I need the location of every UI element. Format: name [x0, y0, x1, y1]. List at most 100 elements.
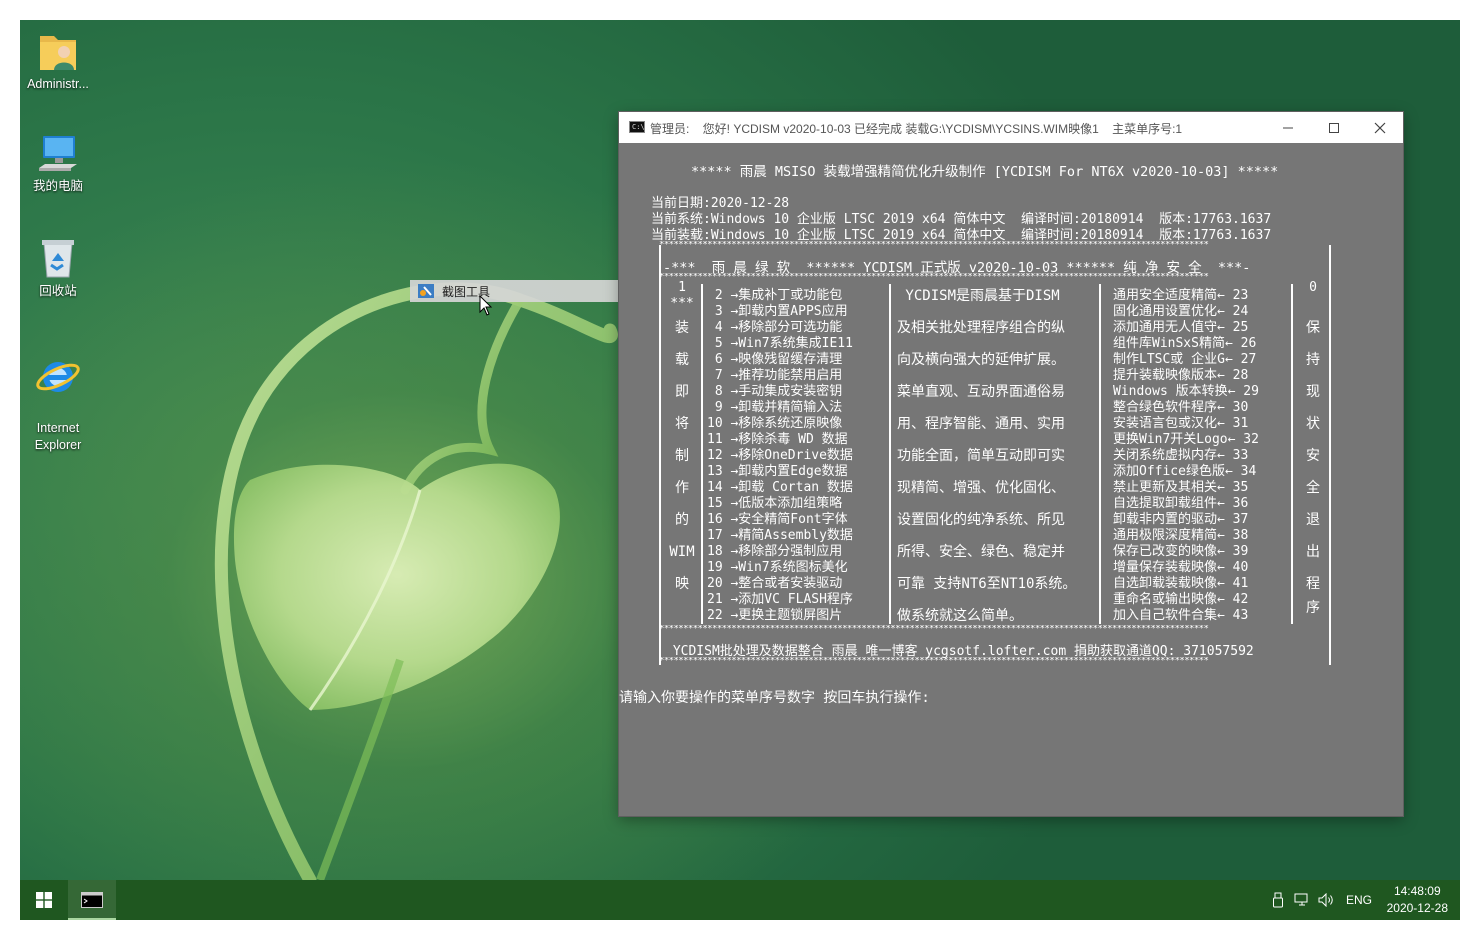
menu-option-1[interactable]: 1: [667, 280, 697, 296]
col5-text: 序: [1306, 600, 1320, 616]
mouse-cursor-icon: [479, 295, 493, 316]
menu-option-32[interactable]: 更换Win7开关Logo← 32: [1113, 432, 1259, 448]
menu-option-30[interactable]: 整合绿色软件程序← 30: [1113, 400, 1259, 416]
desktop-icon-label: Internet Explorer: [34, 421, 82, 452]
menu-option-26[interactable]: 组件库WinSxS精简← 26: [1113, 336, 1259, 352]
volume-icon[interactable]: [1318, 893, 1334, 907]
menu-option-17[interactable]: 17 →精简Assembly数据: [707, 528, 853, 544]
desktop-icon-label: Administr...: [27, 77, 89, 91]
menu-option-6[interactable]: 6 →映像残留缓存清理: [707, 352, 853, 368]
menu-option-34[interactable]: 添加Office绿色版← 34: [1113, 464, 1259, 480]
usb-drive-icon[interactable]: [1272, 892, 1284, 908]
menu-option-29[interactable]: Windows 版本转换← 29: [1113, 384, 1259, 400]
close-button[interactable]: [1357, 112, 1403, 143]
menu-option-38[interactable]: 通用极限深度精简← 38: [1113, 528, 1259, 544]
menu-option-21[interactable]: 21 →添加VC FLASH程序: [707, 592, 853, 608]
description-line: 设置固化的纯净系统、所见: [897, 512, 1065, 528]
col5-text: 退: [1306, 512, 1320, 528]
menu-option-7[interactable]: 7 →推荐功能禁用启用: [707, 368, 853, 384]
column-divider: [889, 284, 891, 624]
menu-option-3[interactable]: 3 →卸载内置APPS应用: [707, 304, 853, 320]
menu-option-11[interactable]: 11 →移除杀毒 WD 数据: [707, 432, 853, 448]
menu-option-9[interactable]: 9 →卸载并精简输入法: [707, 400, 853, 416]
snipping-tool-popup[interactable]: 截图工具: [410, 280, 650, 302]
menu-option-31[interactable]: 安装语言包或汉化← 31: [1113, 416, 1259, 432]
col1-text: WIM: [669, 544, 695, 560]
cmd-app-icon: [81, 892, 103, 908]
menu-option-19[interactable]: 19 →Win7系统图标美化: [707, 560, 853, 576]
network-icon[interactable]: [1294, 893, 1310, 907]
menu-option-41[interactable]: 自选卸载装载映像← 41: [1113, 576, 1259, 592]
menu-option-22[interactable]: 22 →更换主题锁屏图片: [707, 608, 853, 624]
col5-text: 现: [1306, 384, 1320, 400]
menu-option-25[interactable]: 添加通用无人值守← 25: [1113, 320, 1259, 336]
menu-option-18[interactable]: 18 →移除部分强制应用: [707, 544, 853, 560]
console-header: ***** 雨晨 MSISO 装载增强精简优化升级制作 [YCDISM For …: [691, 164, 1279, 180]
col1-text: 将: [675, 416, 689, 432]
desktop-icon-my-computer[interactable]: 我的电脑: [20, 132, 96, 195]
col1-text: 作: [675, 480, 689, 496]
computer-icon: [39, 136, 77, 171]
taskbar-console-app[interactable]: [68, 880, 116, 920]
description-line: YCDISM是雨晨基于DISM: [897, 288, 1060, 304]
user-folder-icon: [40, 36, 76, 70]
menu-option-43[interactable]: 加入自己软件合集← 43: [1113, 608, 1259, 624]
menu-option-24[interactable]: 固化通用设置优化← 24: [1113, 304, 1259, 320]
column-divider: [1291, 284, 1293, 624]
menu-option-33[interactable]: 关闭系统虚拟内存← 33: [1113, 448, 1259, 464]
col5-text: 状: [1306, 416, 1320, 432]
menu-column-4: 通用安全适度精简← 23 固化通用设置优化← 24 添加通用无人值守← 25 组…: [1113, 288, 1259, 624]
menu-option-2[interactable]: 2 →集成补丁或功能包: [707, 288, 853, 304]
desktop-icon-internet-explorer[interactable]: Internet Explorer: [20, 336, 96, 454]
recycle-bin-icon: [42, 240, 74, 278]
minimize-icon: [1283, 127, 1293, 128]
console-titlebar[interactable]: C:\ 管理员: 您好! YCDISM v2020-10-03 已经完成 装载G…: [619, 112, 1403, 143]
menu-option-10[interactable]: 10 →移除系统还原映像: [707, 416, 853, 432]
description-line: 所得、安全、绿色、稳定并: [897, 544, 1065, 560]
desktop-icon-administrator[interactable]: Administr...: [20, 28, 96, 93]
menu-option-12[interactable]: 12 →移除OneDrive数据: [707, 448, 853, 464]
col5-text: 程: [1306, 576, 1320, 592]
menu-option-36[interactable]: 自选提取卸载组件← 36: [1113, 496, 1259, 512]
menu-option-14[interactable]: 14 →卸载 Cortan 数据: [707, 480, 853, 496]
menu-option-13[interactable]: 13 →卸载内置Edge数据: [707, 464, 853, 480]
maximize-icon: [1329, 122, 1339, 133]
desktop-icon-label: 回收站: [39, 284, 77, 298]
menu-option-23[interactable]: 通用安全适度精简← 23: [1113, 288, 1259, 304]
description-line: 用、程序智能、通用、实用: [897, 416, 1065, 432]
menu-option-40[interactable]: 增量保存装载映像← 40: [1113, 560, 1259, 576]
menu-option-39[interactable]: 保存已改变的映像← 39: [1113, 544, 1259, 560]
menu-option-35[interactable]: 禁止更新及其相关← 35: [1113, 480, 1259, 496]
scissors-icon: [418, 284, 434, 298]
input-language-indicator[interactable]: ENG: [1346, 893, 1372, 907]
menu-option-27[interactable]: 制作LTSC或 企业G← 27: [1113, 352, 1259, 368]
description-line: 菜单直观、互动界面通俗易: [897, 384, 1065, 400]
col1-text: 载: [675, 352, 689, 368]
console-window[interactable]: C:\ 管理员: 您好! YCDISM v2020-10-03 已经完成 装载G…: [619, 112, 1403, 816]
menu-option-5[interactable]: 5 →Win7系统集成IE11: [707, 336, 853, 352]
column-divider: [701, 284, 703, 624]
menu-column-5: 0 保 持 现 状 安 全 退 出 程 序: [1301, 280, 1325, 616]
menu-option-4[interactable]: 4 →移除部分可选功能: [707, 320, 853, 336]
console-prompt[interactable]: 请输入你要操作的菜单序号数字 按回车执行操作:: [619, 687, 930, 707]
col1-text: ***: [670, 296, 694, 311]
menu-option-42[interactable]: 重命名或输出映像← 42: [1113, 592, 1259, 608]
taskbar-clock[interactable]: 14:48:09 2020-12-28: [1387, 883, 1448, 917]
menu-option-37[interactable]: 卸载非内置的驱动← 37: [1113, 512, 1259, 528]
windows-logo-icon: [36, 892, 52, 908]
minimize-button[interactable]: [1265, 112, 1311, 143]
menu-option-15[interactable]: 15 →低版本添加组策略: [707, 496, 853, 512]
active-app-indicator: [68, 918, 116, 920]
console-banner: -*** 雨 晨 绿 软 ****** YCDISM 正式版 v2020-10-…: [663, 260, 1251, 276]
menu-option-0[interactable]: 0: [1301, 280, 1325, 296]
frame-right: [1329, 245, 1331, 665]
menu-option-16[interactable]: 16 →安全精简Font字体: [707, 512, 853, 528]
desktop: Administr... 我的电脑 回收站 Internet Explorer: [20, 20, 1460, 920]
start-button[interactable]: [20, 880, 68, 920]
menu-option-8[interactable]: 8 →手动集成安装密钥: [707, 384, 853, 400]
maximize-button[interactable]: [1311, 112, 1357, 143]
col1-text: 映: [675, 576, 689, 592]
menu-option-20[interactable]: 20 →整合或者安装驱动: [707, 576, 853, 592]
menu-option-28[interactable]: 提升装载映像版本← 28: [1113, 368, 1259, 384]
desktop-icon-recycle-bin[interactable]: 回收站: [20, 235, 96, 300]
